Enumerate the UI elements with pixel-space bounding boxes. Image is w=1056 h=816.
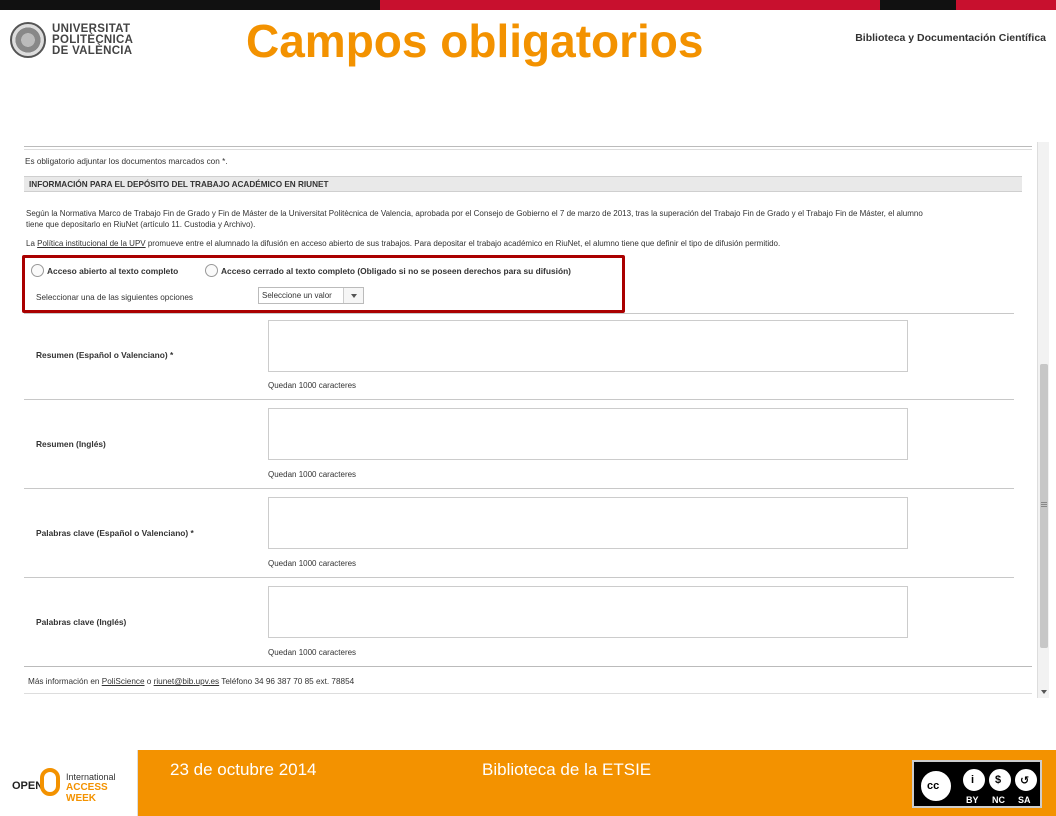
attribution-icon: i — [960, 766, 988, 794]
university-name-line-1: UNIVERSITAT — [52, 22, 131, 35]
cc-by-label: BY — [966, 795, 979, 805]
select-value: Seleccione un valor — [262, 291, 332, 300]
politica-paragraph: La Política institucional de la UPV prom… — [26, 238, 1026, 249]
more-info-suffix: Teléfono 34 96 387 70 85 ext. 78854 — [219, 677, 355, 686]
politica-link[interactable]: Política institucional de la UPV — [37, 239, 146, 248]
cc-nc-label: NC — [992, 795, 1005, 805]
slide-title: Campos obligatorios — [246, 15, 704, 67]
more-info-prefix: Más información en — [28, 677, 102, 686]
chevron-down-icon[interactable] — [343, 288, 363, 303]
sharealike-icon: ↺ — [1012, 766, 1040, 794]
footer-bar: OPEN International ACCESS WEEK 23 de oct… — [0, 750, 1056, 816]
footer-date: 23 de octubre 2014 — [170, 760, 317, 779]
riunet-email-link[interactable]: riunet@bib.upv.es — [154, 677, 220, 686]
counter-keywords-es: Quedan 1000 caracteres — [268, 559, 357, 568]
creative-commons-license-icon: cc i $ ↺ BY NC SA — [912, 760, 1042, 808]
oaw-international-text: International — [66, 772, 116, 782]
university-name-line-2: POLITÈCNICA — [52, 33, 134, 46]
more-info-mid: o — [144, 677, 154, 686]
counter-keywords-en: Quedan 1000 caracteres — [268, 648, 357, 657]
textarea-resumen-es[interactable] — [268, 320, 908, 372]
scroll-down-arrow-icon[interactable] — [1041, 690, 1047, 694]
normativa-paragraph: Según la Normativa Marco de Trabajo Fin … — [26, 208, 1026, 230]
radio-open-access[interactable] — [31, 264, 44, 277]
top-color-bar — [0, 0, 1056, 10]
scrollbar[interactable] — [1037, 142, 1049, 698]
form-screenshot: Es obligatorio adjuntar los documentos m… — [18, 140, 1038, 700]
highlight-box — [22, 255, 625, 313]
field-separator — [24, 488, 1014, 489]
more-info: Más información en PoliScience o riunet@… — [28, 677, 354, 686]
textarea-keywords-es[interactable] — [268, 497, 908, 549]
textarea-keywords-en[interactable] — [268, 586, 908, 638]
bottom-divider-2 — [24, 693, 1032, 694]
field-label-resumen-es: Resumen (Español o Valenciano) * — [36, 350, 174, 360]
top-bar-red-segment — [380, 0, 880, 10]
politica-suffix: promueve entre el alumnado la difusión e… — [145, 239, 781, 248]
university-logo: UNIVERSITAT POLITÈCNICA DE VALÈNCIA — [10, 22, 133, 58]
normativa-line-1: Según la Normativa Marco de Trabajo Fin … — [26, 209, 923, 218]
top-divider-2 — [24, 149, 1032, 150]
library-name: Biblioteca y Documentación Científica — [855, 32, 1046, 44]
normativa-line-2: tiene que depositarlo en RiuNet (artícul… — [26, 220, 256, 229]
top-bar-black-segment-2 — [880, 0, 956, 10]
open-access-lock-icon — [40, 768, 60, 796]
counter-resumen-en: Quedan 1000 caracteres — [268, 470, 357, 479]
field-label-keywords-es: Palabras clave (Español o Valenciano) * — [36, 528, 194, 538]
field-separator — [24, 313, 1014, 314]
poliscience-link[interactable]: PoliScience — [102, 677, 145, 686]
university-name: UNIVERSITAT POLITÈCNICA DE VALÈNCIA — [52, 22, 134, 57]
open-access-week-logo: OPEN International ACCESS WEEK — [0, 750, 138, 816]
scrollbar-grip-mark — [1041, 506, 1047, 507]
counter-resumen-es: Quedan 1000 caracteres — [268, 381, 357, 390]
field-label-resumen-en: Resumen (Inglés) — [36, 439, 106, 449]
oaw-open-text: OPEN — [12, 780, 44, 792]
cc-sa-label: SA — [1018, 795, 1031, 805]
university-seal-icon — [10, 22, 46, 58]
oaw-access-week-text: ACCESS WEEK — [66, 782, 108, 804]
scrollbar-grip-mark — [1041, 504, 1047, 505]
footer-organization: Biblioteca de la ETSIE — [482, 760, 652, 779]
radio-closed-access-label[interactable]: Acceso cerrado al texto completo (Obliga… — [221, 266, 571, 276]
noncommercial-icon: $ — [986, 766, 1014, 794]
top-divider — [24, 146, 1032, 147]
select-label: Seleccionar una de las siguientes opcion… — [36, 293, 194, 302]
section-header: INFORMACIÓN PARA EL DEPÓSITO DEL TRABAJO… — [24, 176, 1022, 192]
field-separator — [24, 577, 1014, 578]
top-bar-black-segment — [0, 0, 380, 10]
radio-closed-access[interactable] — [205, 264, 218, 277]
university-name-line-3: DE VALÈNCIA — [52, 44, 133, 57]
top-bar-red-segment-2 — [956, 0, 1056, 10]
textarea-resumen-en[interactable] — [268, 408, 908, 460]
radio-open-access-label[interactable]: Acceso abierto al texto completo — [47, 266, 178, 276]
required-note: Es obligatorio adjuntar los documentos m… — [25, 157, 228, 166]
access-type-select[interactable]: Seleccione un valor — [258, 287, 364, 304]
cc-icon: cc — [918, 768, 954, 804]
politica-prefix: La — [26, 239, 38, 248]
field-label-keywords-en: Palabras clave (Inglés) — [36, 617, 127, 627]
scrollbar-grip-mark — [1041, 502, 1047, 503]
field-separator — [24, 399, 1014, 400]
bottom-divider — [24, 666, 1032, 667]
